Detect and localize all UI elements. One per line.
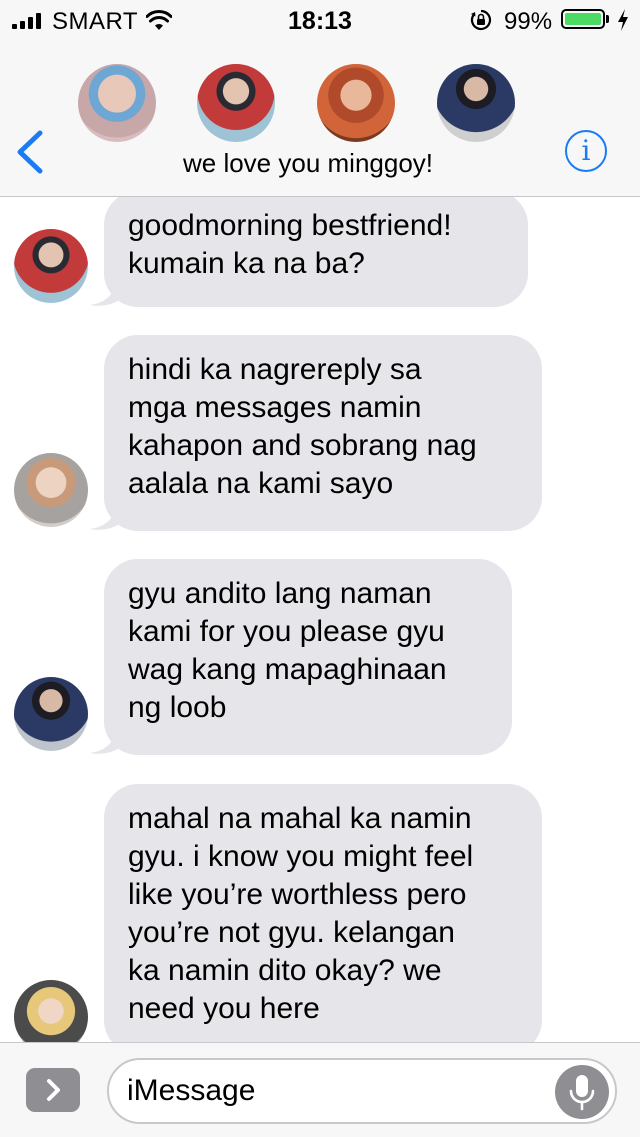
message-text-line: kumain ka na ba? [128, 247, 365, 280]
dictation-button[interactable] [555, 1065, 609, 1119]
sender-avatar[interactable] [14, 453, 88, 527]
message-text-line: kahapon and sobrang nag [128, 429, 477, 462]
microphone-icon [569, 1075, 595, 1111]
message-row: mahal na mahal ka namin gyu. i know you … [0, 784, 640, 1042]
status-bar: SMART 18:13 99% [0, 0, 640, 40]
group-name-title[interactable]: we love you minggoy! [0, 148, 616, 179]
message-bubble[interactable]: hindi ka nagrereply sa mga messages nami… [104, 335, 542, 531]
message-text-line: aalala na kami sayo [128, 467, 394, 500]
bubble-tail [90, 725, 120, 754]
message-bubble[interactable]: gyu andito lang naman kami for you pleas… [104, 559, 512, 755]
message-row: goodmorning bestfriend! kumain ka na ba? [0, 197, 640, 309]
participant-avatar[interactable] [317, 64, 395, 142]
sender-avatar[interactable] [14, 677, 88, 751]
info-icon[interactable]: i [565, 130, 607, 172]
battery-tip [606, 15, 609, 23]
participant-avatar[interactable] [437, 64, 515, 142]
conversation-header: we love you minggoy! i [0, 40, 640, 197]
message-bubble[interactable]: mahal na mahal ka namin gyu. i know you … [104, 784, 542, 1042]
participant-avatar[interactable] [78, 64, 156, 142]
app-drawer-button[interactable] [26, 1068, 80, 1112]
battery-percentage: 99% [504, 8, 553, 35]
message-bubble[interactable]: goodmorning bestfriend! kumain ka na ba? [104, 197, 528, 307]
message-text-line: ng loob [128, 691, 227, 724]
message-text-line: goodmorning bestfriend! [128, 209, 452, 242]
bubble-tail [90, 277, 120, 306]
message-text-line: hindi ka nagrereply sa [128, 353, 422, 386]
message-text-line: gyu andito lang naman [128, 577, 432, 610]
charging-bolt-icon [618, 9, 628, 31]
message-text-line: like you’re worthless pero [128, 878, 467, 911]
message-text-line: you’re not gyu. kelangan [128, 916, 455, 949]
message-row: hindi ka nagrereply sa mga messages nami… [0, 335, 640, 531]
imessage-input[interactable] [127, 1070, 547, 1112]
message-list[interactable]: goodmorning bestfriend! kumain ka na ba?… [0, 197, 640, 1042]
bubble-tail [90, 501, 120, 530]
message-text-line: gyu. i know you might feel [128, 840, 474, 873]
message-text-line: need you here [128, 992, 320, 1025]
battery-icon [561, 9, 605, 29]
sender-avatar[interactable] [14, 980, 88, 1042]
sender-avatar[interactable] [14, 229, 88, 303]
message-row: gyu andito lang naman kami for you pleas… [0, 559, 640, 755]
orientation-lock-icon [470, 9, 492, 31]
message-text-line: mahal na mahal ka namin [128, 802, 472, 835]
battery-level-fill [565, 13, 601, 25]
message-text-line: kami for you please gyu [128, 615, 445, 648]
chevron-right-icon [47, 1079, 60, 1101]
message-input-bar [0, 1042, 640, 1137]
imessage-field-container[interactable] [107, 1058, 617, 1124]
message-text-line: mga messages namin [128, 391, 422, 424]
participant-avatar[interactable] [197, 64, 275, 142]
message-text-line: ka namin dito okay? we [128, 954, 442, 987]
message-text-line: wag kang mapaghinaan [128, 653, 447, 686]
